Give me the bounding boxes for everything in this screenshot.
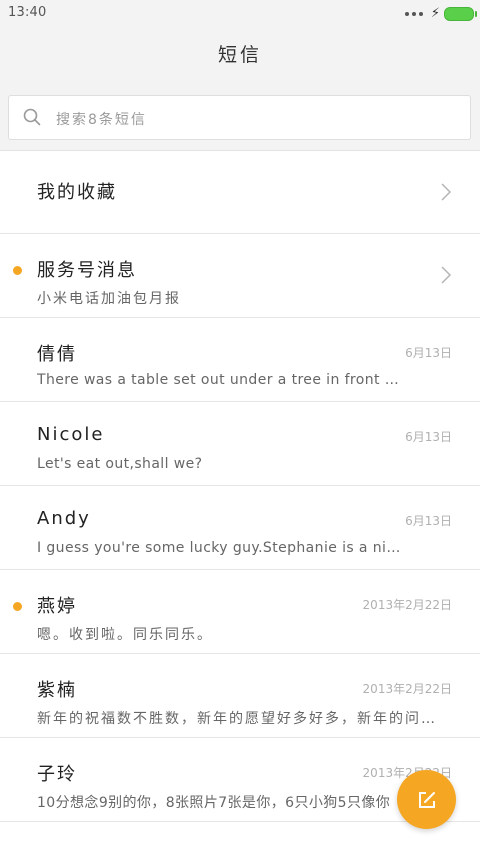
unread-dot — [13, 266, 22, 275]
favorites-label: 我的收藏 — [37, 182, 117, 203]
chevron-right-icon — [441, 183, 452, 201]
conversation-name: 燕婷 — [37, 596, 77, 617]
conversation-date: 6月13日 — [405, 346, 452, 360]
conversation-date: 6月13日 — [405, 430, 452, 444]
conversation-list: 我的收藏 服务号消息 小米电话加油包月报 倩倩 6月13日 There was … — [0, 150, 480, 822]
chevron-right-icon — [441, 266, 452, 284]
conversation-name: 倩倩 — [37, 344, 77, 365]
conversation-preview: Let's eat out,shall we? — [37, 456, 203, 472]
conversation-date: 6月13日 — [405, 514, 452, 528]
battery-icon — [444, 7, 477, 21]
unread-dot — [13, 602, 22, 611]
top-bar: 13:40 ⚡ 短信 搜索8条短信 — [0, 0, 480, 151]
conversation-row[interactable]: 紫楠 2013年2月22日 新年的祝福数不胜数，新年的愿望好多好多，新年的问候… — [0, 654, 480, 738]
search-placeholder: 搜索8条短信 — [56, 112, 147, 128]
messages-screen: 13:40 ⚡ 短信 搜索8条短信 我的收藏 服务号消息 小米电话加油包月报 倩… — [0, 0, 480, 853]
conversation-name: Andy — [37, 508, 91, 529]
conversation-row[interactable]: Nicole 6月13日 Let's eat out,shall we? — [0, 402, 480, 486]
conversation-name: Nicole — [37, 424, 105, 445]
search-icon — [23, 108, 41, 126]
conversation-row-service[interactable]: 服务号消息 小米电话加油包月报 — [0, 234, 480, 318]
favorites-row[interactable]: 我的收藏 — [0, 150, 480, 234]
status-bar: 13:40 ⚡ — [0, 0, 480, 28]
status-icons: ⚡ — [404, 6, 477, 22]
more-dots-icon — [404, 12, 426, 16]
compose-button[interactable] — [397, 770, 456, 829]
conversation-date: 2013年2月22日 — [362, 682, 452, 696]
conversation-name: 紫楠 — [37, 680, 77, 701]
conversation-row[interactable]: 燕婷 2013年2月22日 嗯。收到啦。同乐同乐。 — [0, 570, 480, 654]
conversation-preview: There was a table set out under a tree i… — [37, 372, 402, 388]
conversation-preview: 嗯。收到啦。同乐同乐。 — [37, 627, 213, 643]
conversation-name: 子玲 — [37, 764, 77, 785]
conversation-name: 服务号消息 — [37, 260, 137, 281]
conversation-date: 2013年2月22日 — [362, 598, 452, 612]
conversation-preview: 10分想念9别的你，8张照片7张是你，6只小狗5只像你 — [37, 795, 391, 811]
conversation-preview: I guess you're some lucky guy.Stephanie … — [37, 540, 402, 556]
search-input[interactable]: 搜索8条短信 — [8, 95, 471, 140]
conversation-preview: 小米电话加油包月报 — [37, 291, 181, 307]
status-time: 13:40 — [8, 5, 47, 20]
page-title: 短信 — [217, 44, 262, 66]
compose-icon — [418, 791, 435, 808]
conversation-row[interactable]: Andy 6月13日 I guess you're some lucky guy… — [0, 486, 480, 570]
conversation-preview: 新年的祝福数不胜数，新年的愿望好多好多，新年的问候… — [37, 711, 447, 727]
conversation-row[interactable]: 倩倩 6月13日 There was a table set out under… — [0, 318, 480, 402]
charging-bolt-icon: ⚡ — [430, 6, 440, 21]
